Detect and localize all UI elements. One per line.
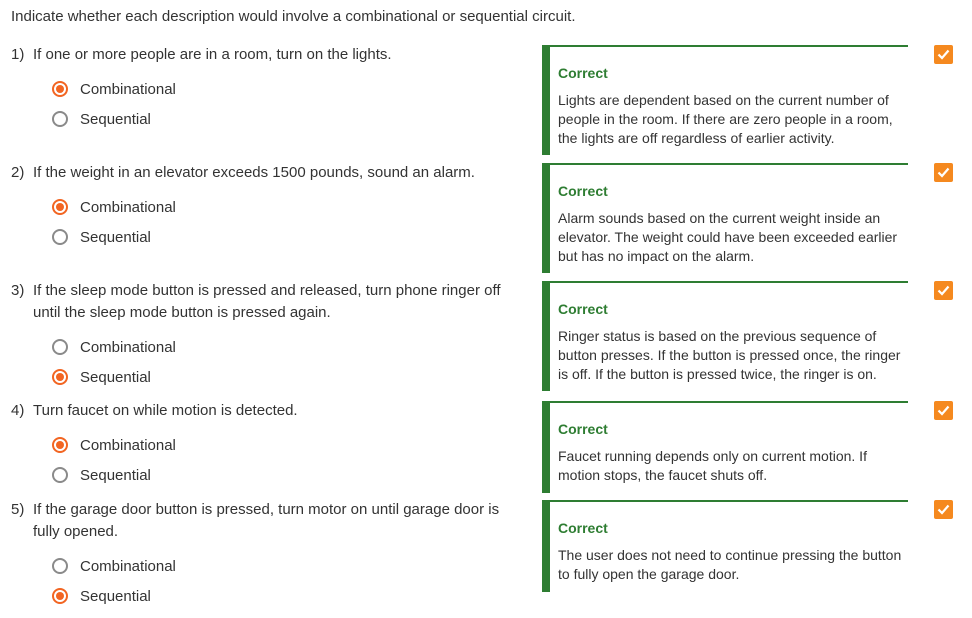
option-label: Sequential (80, 228, 151, 246)
check-icon (934, 281, 953, 300)
question-text: Turn faucet on while motion is detected. (33, 402, 298, 419)
question-number: 5) (11, 501, 25, 518)
radio-selected-icon[interactable] (52, 437, 68, 453)
option-sequential[interactable]: Sequential (52, 104, 531, 134)
question-4: 4) Turn faucet on while motion is detect… (11, 400, 531, 490)
option-combinational[interactable]: Combinational (52, 332, 531, 362)
radio-empty-icon[interactable] (52, 467, 68, 483)
option-sequential[interactable]: Sequential (52, 581, 531, 611)
question-number: 3) (11, 282, 25, 299)
radio-empty-icon[interactable] (52, 558, 68, 574)
question-2: 2) If the weight in an elevator exceeds … (11, 162, 531, 252)
feedback-panel-1: Correct Lights are dependent based on th… (542, 45, 908, 155)
feedback-explanation: Faucet running depends only on current m… (558, 448, 867, 483)
option-label: Combinational (80, 198, 176, 216)
question-3: 3) If the sleep mode button is pressed a… (11, 280, 531, 392)
option-label: Combinational (80, 338, 176, 356)
radio-empty-icon[interactable] (52, 111, 68, 127)
question-1: 1) If one or more people are in a room, … (11, 44, 531, 134)
question-text: If one or more people are in a room, tur… (33, 46, 392, 63)
radio-selected-icon[interactable] (52, 199, 68, 215)
question-5: 5) If the garage door button is pressed,… (11, 499, 531, 611)
check-icon (934, 45, 953, 64)
option-sequential[interactable]: Sequential (52, 222, 531, 252)
option-sequential[interactable]: Sequential (52, 362, 531, 392)
feedback-panel-5: Correct The user does not need to contin… (542, 500, 908, 592)
radio-selected-icon[interactable] (52, 369, 68, 385)
feedback-explanation: The user does not need to continue press… (558, 547, 902, 582)
option-combinational[interactable]: Combinational (52, 192, 531, 222)
option-label: Sequential (80, 110, 151, 128)
feedback-status: Correct (558, 520, 608, 536)
option-combinational[interactable]: Combinational (52, 551, 531, 581)
option-label: Sequential (80, 466, 151, 484)
question-text: If the garage door button is pressed, tu… (33, 501, 500, 540)
question-number: 4) (11, 402, 25, 419)
check-icon (934, 500, 953, 519)
feedback-explanation: Alarm sounds based on the current weight… (558, 210, 898, 264)
feedback-panel-2: Correct Alarm sounds based on the curren… (542, 163, 908, 273)
radio-selected-icon[interactable] (52, 81, 68, 97)
feedback-explanation: Ringer status is based on the previous s… (558, 328, 901, 382)
option-label: Combinational (80, 80, 176, 98)
option-combinational[interactable]: Combinational (52, 430, 531, 460)
feedback-status: Correct (558, 183, 608, 199)
check-icon (934, 401, 953, 420)
question-text: If the weight in an elevator exceeds 150… (33, 164, 475, 181)
question-text: If the sleep mode button is pressed and … (33, 282, 501, 321)
feedback-panel-4: Correct Faucet running depends only on c… (542, 401, 908, 493)
answer-options: Combinational Sequential (52, 74, 531, 134)
radio-empty-icon[interactable] (52, 229, 68, 245)
feedback-panel-3: Correct Ringer status is based on the pr… (542, 281, 908, 391)
feedback-explanation: Lights are dependent based on the curren… (558, 92, 893, 146)
option-label: Combinational (80, 436, 176, 454)
answer-options: Combinational Sequential (52, 332, 531, 392)
option-label: Sequential (80, 587, 151, 605)
answer-options: Combinational Sequential (52, 192, 531, 252)
option-sequential[interactable]: Sequential (52, 460, 531, 490)
feedback-status: Correct (558, 301, 608, 317)
radio-selected-icon[interactable] (52, 588, 68, 604)
feedback-status: Correct (558, 421, 608, 437)
radio-empty-icon[interactable] (52, 339, 68, 355)
instructions: Indicate whether each description would … (11, 8, 576, 25)
option-label: Sequential (80, 368, 151, 386)
question-number: 2) (11, 164, 25, 181)
option-combinational[interactable]: Combinational (52, 74, 531, 104)
option-label: Combinational (80, 557, 176, 575)
check-icon (934, 163, 953, 182)
answer-options: Combinational Sequential (52, 430, 531, 490)
question-number: 1) (11, 46, 25, 63)
answer-options: Combinational Sequential (52, 551, 531, 611)
feedback-status: Correct (558, 65, 608, 81)
